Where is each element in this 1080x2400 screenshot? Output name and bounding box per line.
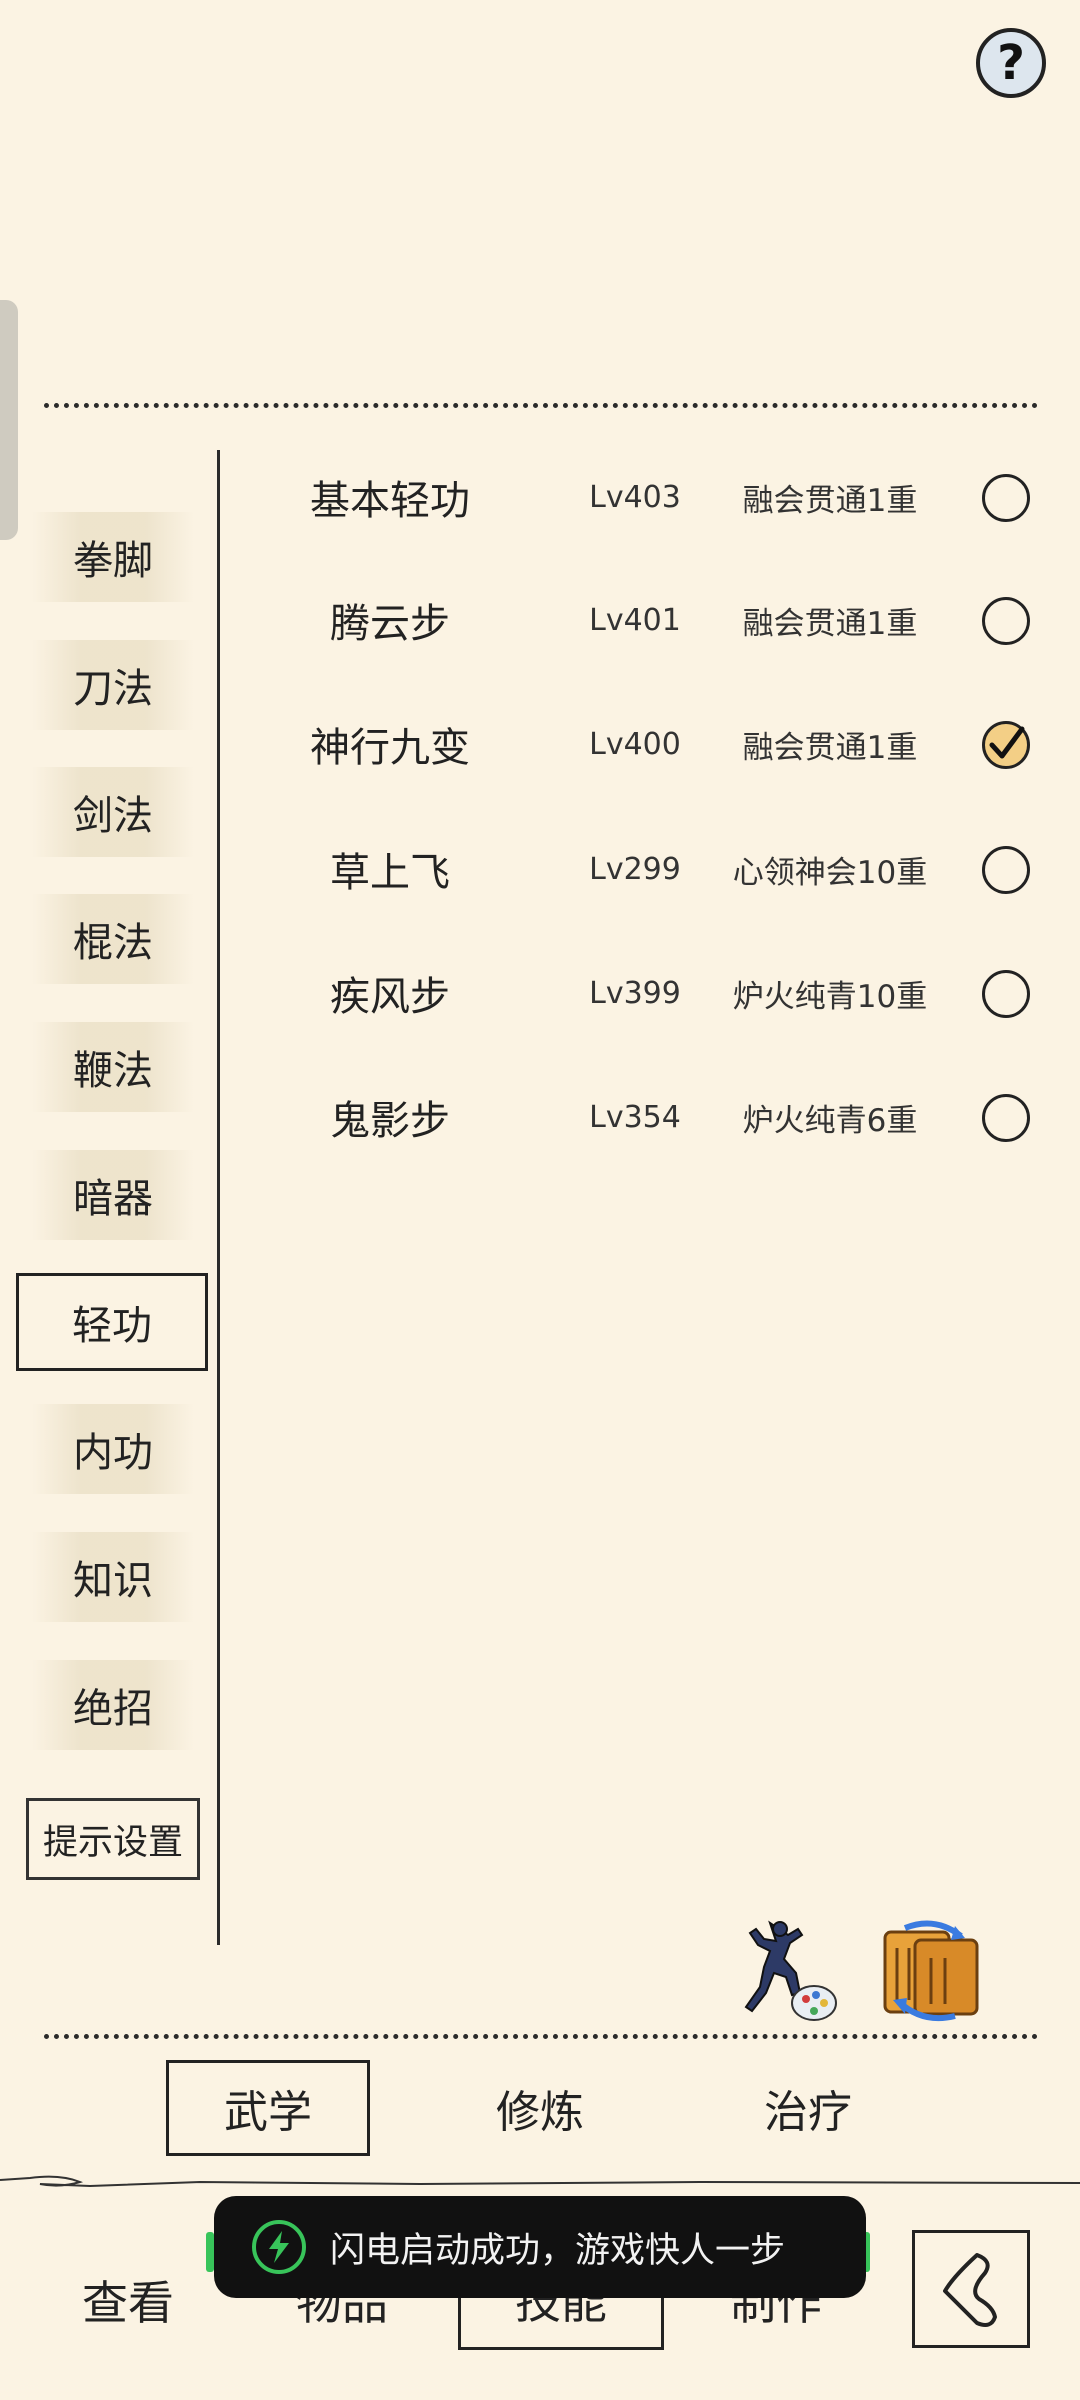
- skill-select-radio[interactable]: [982, 846, 1030, 894]
- toast-text: 闪电启动成功，游戏快人一步: [330, 2230, 786, 2271]
- tab-wuxue[interactable]: 武学: [166, 2060, 370, 2156]
- skill-rank: 炉火纯青10重: [732, 978, 928, 1015]
- category-anqi[interactable]: 暗器: [32, 1150, 194, 1240]
- skills-screen: ? 拳脚 刀法 剑法 棍法 鞭法 暗器 轻功 内功 知识 绝招 提示设置 基本轻…: [0, 0, 1080, 2400]
- skill-row[interactable]: 草上飞 Lv299 心领神会10重: [230, 829, 1050, 909]
- skill-select-radio[interactable]: [982, 597, 1030, 645]
- top-dotted-divider: [44, 403, 1038, 408]
- category-jianfa[interactable]: 剑法: [32, 767, 194, 857]
- vertical-divider: [217, 450, 220, 1945]
- skill-row[interactable]: 神行九变 Lv400 融会贯通1重: [230, 704, 1050, 784]
- back-arrow-icon: [943, 2253, 997, 2327]
- skill-select-radio[interactable]: [982, 970, 1030, 1018]
- skill-select-radio[interactable]: [982, 721, 1030, 769]
- category-bianfa[interactable]: 鞭法: [32, 1022, 194, 1112]
- checkmark-icon: [989, 726, 1025, 759]
- skill-name: 神行九变: [310, 725, 470, 771]
- nav-view[interactable]: 查看: [58, 2250, 198, 2350]
- skill-row[interactable]: 疾风步 Lv399 炉火纯青10重: [230, 953, 1050, 1033]
- skill-name: 腾云步: [330, 601, 450, 647]
- tab-xiulian[interactable]: 修炼: [440, 2060, 640, 2156]
- skill-name: 基本轻功: [310, 478, 470, 524]
- back-button[interactable]: [912, 2230, 1030, 2348]
- skill-level: Lv401: [589, 602, 681, 638]
- toast-left-edge: [206, 2232, 214, 2272]
- skill-rank: 心领神会10重: [732, 854, 928, 891]
- skill-level: Lv354: [589, 1099, 681, 1135]
- bottom-dotted-divider: [44, 2034, 1038, 2039]
- category-quanjiao[interactable]: 拳脚: [32, 512, 194, 602]
- skill-rank: 融会贯通1重: [742, 605, 918, 642]
- category-daofa[interactable]: 刀法: [32, 640, 194, 730]
- skill-rank: 融会贯通1重: [742, 729, 918, 766]
- skill-row[interactable]: 鬼影步 Lv354 炉火纯青6重: [230, 1077, 1050, 1157]
- category-qinggong[interactable]: 轻功: [16, 1273, 208, 1371]
- exchange-scroll-icon[interactable]: [875, 1918, 985, 2023]
- torn-paper-divider: [0, 2175, 1080, 2188]
- lightning-icon: [252, 2220, 306, 2274]
- skill-row[interactable]: 基本轻功 Lv403 融会贯通1重: [230, 457, 1050, 537]
- skill-rank: 融会贯通1重: [742, 482, 918, 519]
- skill-level: Lv400: [589, 726, 681, 762]
- category-gunfa[interactable]: 棍法: [32, 894, 194, 984]
- skill-row[interactable]: 腾云步 Lv401 融会贯通1重: [230, 580, 1050, 660]
- skill-name: 草上飞: [330, 850, 450, 896]
- category-juezhao[interactable]: 绝招: [32, 1660, 194, 1750]
- skill-select-radio[interactable]: [982, 474, 1030, 522]
- skill-name: 鬼影步: [330, 1098, 450, 1144]
- help-button[interactable]: ?: [976, 28, 1046, 98]
- help-icon: ?: [997, 35, 1025, 91]
- edge-drawer-handle[interactable]: [0, 300, 18, 540]
- martial-artist-palette-icon[interactable]: [740, 1915, 840, 2025]
- skill-level: Lv403: [589, 479, 681, 515]
- category-neigong[interactable]: 内功: [32, 1404, 194, 1494]
- tab-zhiliao[interactable]: 治疗: [708, 2060, 908, 2156]
- category-zhishi[interactable]: 知识: [32, 1532, 194, 1622]
- toast-notification: 闪电启动成功，游戏快人一步: [214, 2196, 866, 2298]
- skill-name: 疾风步: [330, 974, 450, 1020]
- skill-rank: 炉火纯青6重: [742, 1102, 918, 1139]
- tip-settings-button[interactable]: 提示设置: [26, 1798, 200, 1880]
- skill-level: Lv399: [589, 975, 681, 1011]
- skill-select-radio[interactable]: [982, 1094, 1030, 1142]
- skill-level: Lv299: [589, 851, 681, 887]
